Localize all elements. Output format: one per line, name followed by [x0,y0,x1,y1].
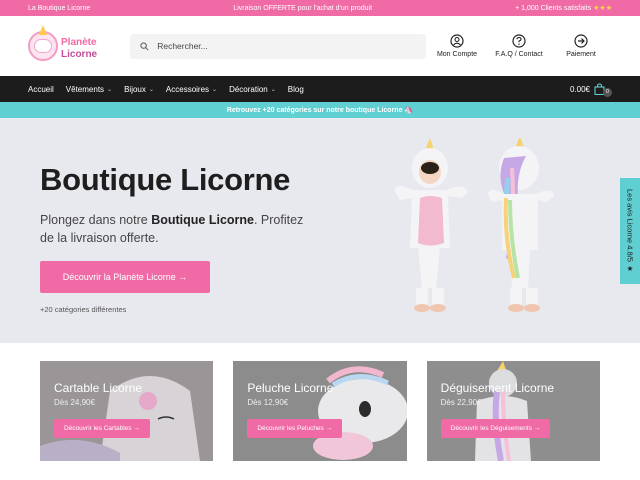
categories-banner-text: Retrouvez +20 catégories sur notre bouti… [226,107,414,114]
logo-text-line2: Licorne [61,48,98,60]
card-price: Dès 22,90€ [440,398,482,407]
discover-cartables-button[interactable]: Découvrir les Cartables → [54,419,150,438]
help-icon [512,34,526,48]
hero-text-part: Plongez dans notre [40,213,152,227]
logo-text-line1: Planète [61,36,97,48]
satisfied-clients-text: + 1,000 Clients satisfaits ★★★ [515,4,612,12]
unicorn-onesie-kids-image [394,138,554,312]
nav-item-decoration[interactable]: Décoration ⌄ [229,85,276,94]
discover-deguisements-button[interactable]: Découvrir les Déguisements → [440,419,551,438]
card-price: Dès 12,90€ [247,398,289,407]
search-icon [140,41,149,50]
user-icon [450,34,464,48]
search-input[interactable]: Rechercher... [130,33,426,59]
nav-label: Accueil [28,84,54,94]
site-header: Planète Licorne Rechercher... Mon Compte… [0,16,640,76]
categories-banner[interactable]: Retrouvez +20 catégories sur notre bouti… [0,102,640,118]
nav-item-vetements[interactable]: Vêtements ⌄ [66,85,112,94]
category-cards: Cartable Licorne Dès 24,90€ Découvrir le… [0,343,640,461]
card-deguisement[interactable]: Déguisement Licorne Dès 22,90€ Découvrir… [426,361,600,461]
payment-link[interactable]: Paiement [550,34,612,58]
faq-contact-label: F.A.Q / Contact [495,51,543,58]
nav-item-bijoux[interactable]: Bijoux ⌄ [124,85,154,94]
chevron-down-icon: ⌄ [107,86,113,93]
main-navigation: Accueil Vêtements ⌄ Bijoux ⌄ Accessoires ⌄ … [0,76,640,102]
top-announcement-bar: La Boutique Licorne Livraison OFFERTE po… [0,0,640,16]
unicorn-logo-icon [28,25,58,61]
card-peluche[interactable]: Peluche Licorne Dès 12,90€ Découvrir les… [233,361,407,461]
discover-planete-licorne-button[interactable]: Découvrir la Planète Licorne → [40,261,210,293]
account-label: Mon Compte [436,51,478,58]
payment-label: Paiement [566,51,596,58]
hero-section: Boutique Licorne Plongez dans notre Bout… [0,118,640,343]
chevron-down-icon: ⌄ [270,86,276,93]
arrow-right-circle-icon [574,34,588,48]
school-bag-image [40,361,214,461]
unicorn-costume-image [426,361,600,461]
reviews-side-tab[interactable]: Les avis Licorne 4.8/5 ★ [620,178,640,284]
free-shipping-text: Livraison OFFERTE pour l'achat d'un prod… [233,4,373,12]
nav-item-blog[interactable]: Blog [288,85,304,94]
card-cartable[interactable]: Cartable Licorne Dès 24,90€ Découvrir le… [40,361,214,461]
cart-total: 0.00€ [569,84,590,94]
card-price: Dès 24,90€ [54,398,95,407]
rating-stars: ★★★ [593,5,612,12]
discover-peluches-button[interactable]: Découvrir les Peluches → [247,419,343,438]
nav-item-accessoires[interactable]: Accessoires ⌄ [166,85,217,94]
card-title: Cartable Licorne [54,381,143,395]
card-title: Déguisement Licorne [440,381,555,395]
reviews-side-tab-text: Les avis Licorne 4.8/5 ★ [625,188,635,274]
nav-item-accueil[interactable]: Accueil [28,85,54,94]
card-title: Peluche Licorne [247,381,334,395]
cart-count-badge: 0 [603,87,612,97]
hero-text-bold: Boutique Licorne [151,213,254,227]
nav-label: Accessoires [165,84,210,94]
nav-label: Vêtements [65,84,105,94]
nav-label: Décoration [229,84,268,94]
cart-button[interactable]: 0.00€ 0 [570,82,612,97]
account-link[interactable]: Mon Compte [426,34,488,58]
hero-description: Plongez dans notre Boutique Licorne. Pro… [40,212,320,247]
site-logo[interactable]: Planète Licorne [28,21,108,71]
search-placeholder: Rechercher... [157,41,208,51]
nav-label: Bijoux [124,84,146,94]
shop-name-text: La Boutique Licorne [28,4,91,12]
nav-label: Blog [287,84,304,94]
plush-unicorn-image [233,361,407,461]
chevron-down-icon: ⌄ [148,86,154,93]
faq-contact-link[interactable]: F.A.Q / Contact [488,34,550,58]
chevron-down-icon: ⌄ [212,86,218,93]
satisfied-clients-label: + 1,000 Clients satisfaits [515,5,592,12]
